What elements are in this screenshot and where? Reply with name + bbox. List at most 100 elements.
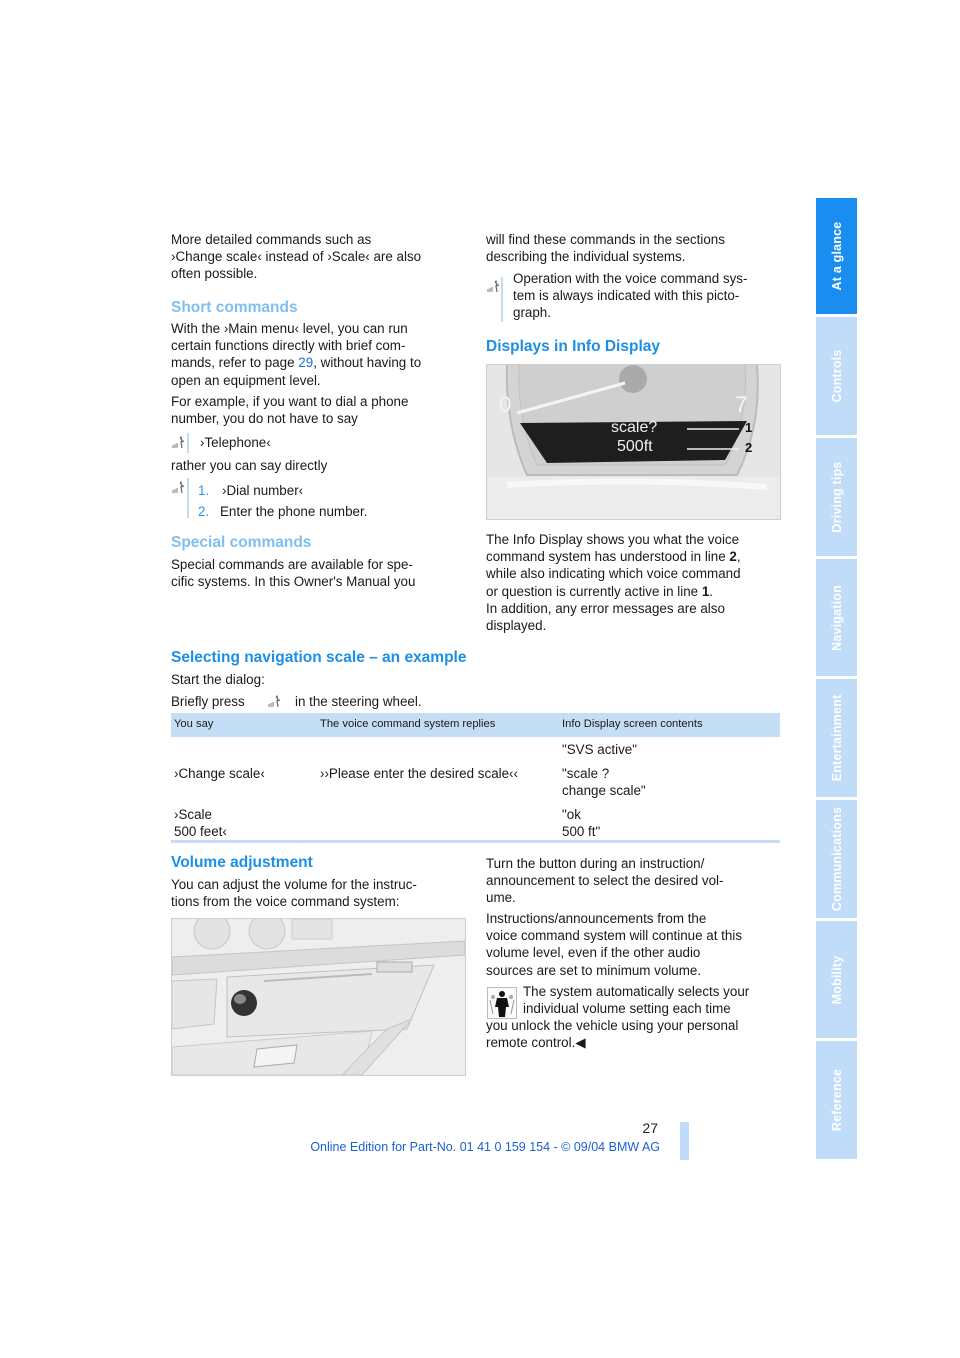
text-line: The system automatically selects your bbox=[523, 984, 750, 999]
text: . bbox=[709, 583, 714, 599]
example-paragraph: For example, if you want to dial a phone… bbox=[171, 393, 471, 427]
text-line: The Info Display shows you what the voic… bbox=[486, 532, 740, 547]
voice-box-divider bbox=[187, 478, 189, 518]
display-line-2: 500ft bbox=[617, 438, 653, 455]
text-line: will find these commands in the sections bbox=[486, 232, 725, 247]
intro-paragraph: More detailed commands such as ›Change s… bbox=[171, 231, 471, 283]
dashboard-illustration bbox=[172, 919, 465, 1075]
table-cell bbox=[171, 737, 317, 763]
text-line: Operation with the voice command sys- bbox=[513, 271, 748, 286]
tab-entertainment[interactable]: Entertainment bbox=[816, 679, 857, 797]
text-line: you unlock the vehicle using your person… bbox=[486, 1018, 739, 1033]
text-line: Instructions/announcements from the bbox=[486, 911, 707, 926]
heading-displays-info-display: Displays in Info Display bbox=[486, 338, 660, 355]
text-line: More detailed commands such as bbox=[171, 232, 372, 247]
text-line: announcement to select the desired vol- bbox=[486, 873, 724, 889]
table-bottom-rule bbox=[171, 840, 780, 843]
table-cell: "SVS active" bbox=[562, 742, 638, 757]
callout-2: 2 bbox=[745, 440, 753, 455]
text: command system has understood in line bbox=[486, 549, 730, 565]
text-line: Special commands are available for spe- bbox=[171, 557, 413, 572]
volume-right-p2: Instructions/announcements from the voic… bbox=[486, 910, 786, 979]
table-cell: "ok 500 ft" bbox=[562, 807, 601, 839]
table-cell bbox=[317, 737, 559, 763]
heading-special-commands: Special commands bbox=[171, 534, 312, 551]
voice-command-icon bbox=[172, 481, 185, 494]
text-line: cific systems. In this Owner's Manual yo… bbox=[171, 574, 416, 590]
volume-intro: You can adjust the volume for the instru… bbox=[171, 876, 471, 910]
text: mands, refer to page bbox=[171, 355, 299, 371]
text-line: open an equipment level. bbox=[171, 372, 321, 388]
step-number: 1. bbox=[198, 483, 210, 498]
tab-label: At a glance bbox=[829, 221, 844, 291]
text: or question is currently active in line bbox=[486, 583, 702, 599]
text-line: displayed. bbox=[486, 618, 547, 634]
table-cell: ›Change scale‹ bbox=[174, 766, 265, 781]
steps-list: 1. ›Dial number‹ 2. Enter the phone number… bbox=[198, 480, 367, 522]
text-line: voice command system will continue at th… bbox=[486, 928, 743, 944]
info-display-paragraph: The Info Display shows you what the voic… bbox=[486, 531, 786, 634]
volume-knob-figure bbox=[171, 918, 466, 1076]
text-line: command system has understood in line 2, bbox=[486, 548, 786, 565]
text-line: certain functions directly with brief co… bbox=[171, 338, 406, 354]
text-line: Turn the button during an instruction/ bbox=[486, 856, 705, 871]
step-text: Enter the phone number. bbox=[220, 504, 368, 519]
text-line: remote control.◀ bbox=[486, 1035, 586, 1050]
step-item: 1. ›Dial number‹ bbox=[198, 480, 367, 501]
callout-1: 1 bbox=[745, 420, 753, 435]
text-line: ume. bbox=[486, 890, 516, 906]
tab-label: Reference bbox=[829, 1068, 844, 1132]
voice-box-divider bbox=[187, 433, 189, 453]
special-commands-paragraph: Special commands are available for spe- … bbox=[171, 556, 471, 590]
text-line: rather you can say directly bbox=[171, 458, 328, 473]
table-row: ›Change scale‹ ››Please enter the desire… bbox=[171, 763, 780, 804]
table-header-row: You say The voice command system replies… bbox=[171, 713, 780, 737]
heading-volume-adjustment: Volume adjustment bbox=[171, 854, 313, 871]
pictograph-note: Operation with the voice command sys- te… bbox=[513, 270, 788, 322]
tab-label: Controls bbox=[829, 349, 844, 403]
text-line: Briefly press bbox=[171, 693, 245, 710]
text-line: volume level, even if the other audio bbox=[486, 945, 701, 961]
text-line: With the ›Main menu‹ level, you can run bbox=[171, 321, 408, 336]
step-text: ›Dial number‹ bbox=[222, 483, 304, 498]
line-ref: 2 bbox=[729, 549, 737, 565]
table-cell: ››Please enter the desired scale‹‹ bbox=[320, 766, 518, 781]
tab-navigation[interactable]: Navigation bbox=[816, 559, 857, 676]
note-divider bbox=[501, 277, 503, 322]
text-line: You can adjust the volume for the instru… bbox=[171, 877, 417, 892]
tab-reference[interactable]: Reference bbox=[816, 1041, 857, 1159]
tab-label: Mobility bbox=[829, 955, 844, 1004]
table-cell bbox=[317, 804, 559, 845]
text-line: individual volume setting each time bbox=[523, 1001, 731, 1016]
tab-communications[interactable]: Communications bbox=[816, 800, 857, 918]
table-row: "SVS active" bbox=[171, 737, 780, 763]
text: , bbox=[736, 549, 741, 565]
voice-command-icon bbox=[487, 280, 500, 293]
continuation-paragraph: will find these commands in the sections… bbox=[486, 231, 786, 265]
text-line: tem is always indicated with this picto- bbox=[513, 288, 740, 304]
table-cell: "scale ? change scale" bbox=[562, 766, 646, 798]
gauge-label-7: 7 bbox=[735, 392, 748, 417]
page-link-29[interactable]: 29 bbox=[298, 355, 313, 370]
tab-controls[interactable]: Controls bbox=[816, 317, 857, 435]
tab-mobility[interactable]: Mobility bbox=[816, 921, 857, 1038]
column-header: Info Display screen contents bbox=[559, 713, 780, 737]
text-line: In addition, any error messages are also bbox=[486, 600, 725, 616]
voice-command-icon bbox=[268, 695, 281, 708]
table-cell: ›Scale 500 feet‹ bbox=[174, 807, 227, 839]
text-line: mands, refer to page 29, without having … bbox=[171, 354, 471, 371]
tab-driving-tips[interactable]: Driving tips bbox=[816, 438, 857, 556]
column-header: The voice command system replies bbox=[317, 713, 559, 737]
dialog-table: You say The voice command system replies… bbox=[171, 713, 780, 845]
voice-command-telephone: ›Telephone‹ bbox=[200, 435, 271, 450]
tab-label: Driving tips bbox=[829, 461, 844, 533]
text: , without having to bbox=[313, 355, 422, 371]
tab-label: Communications bbox=[829, 806, 844, 912]
page-marker-bar bbox=[680, 1122, 689, 1160]
tab-at-a-glance[interactable]: At a glance bbox=[816, 198, 857, 314]
text-line: Start the dialog: bbox=[171, 672, 265, 687]
table-row: ›Scale 500 feet‹ "ok 500 ft" bbox=[171, 804, 780, 845]
step-item: 2. Enter the phone number. bbox=[198, 501, 367, 522]
step-number: 2. bbox=[198, 504, 210, 519]
text-line: tions from the voice command system: bbox=[171, 894, 400, 910]
